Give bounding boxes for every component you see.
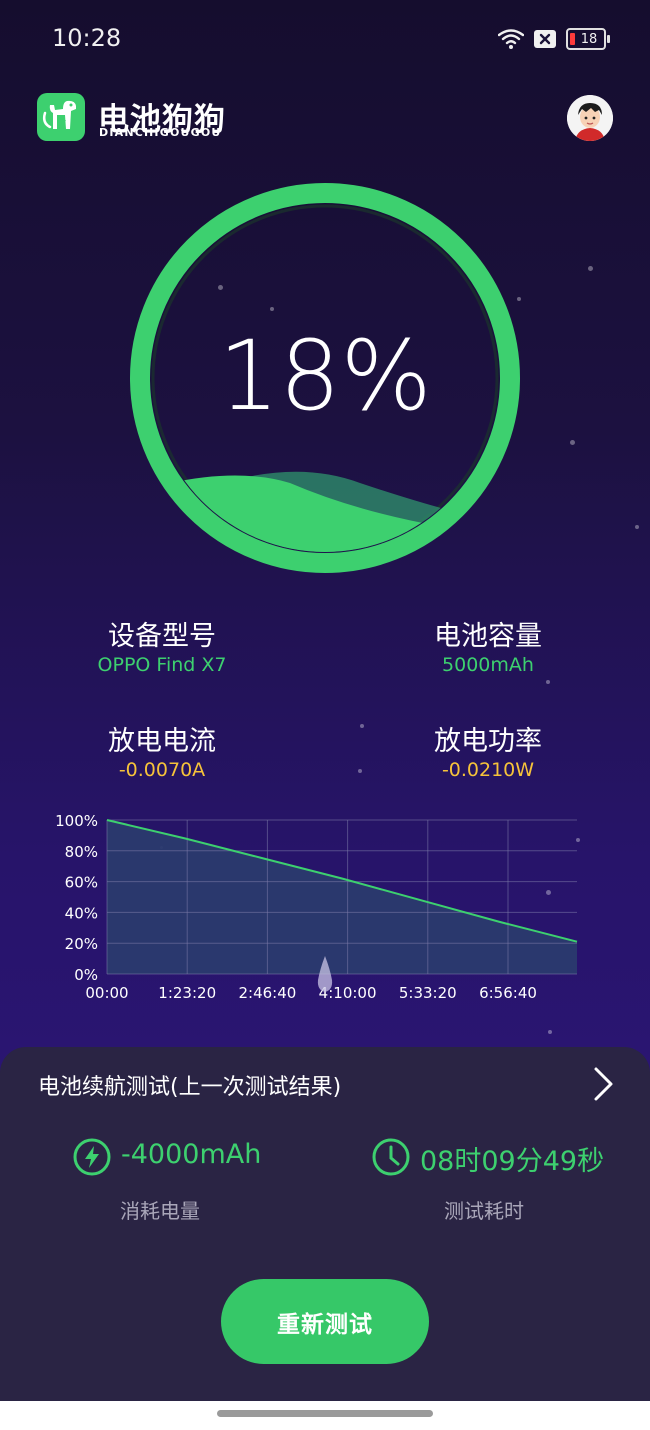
discharge-current-label: 放电电流 bbox=[108, 726, 216, 757]
chart-y-tick-label: 20% bbox=[65, 935, 98, 953]
status-time: 10:28 bbox=[52, 24, 122, 52]
battery-percent: 18% bbox=[218, 320, 432, 432]
consumed-value: -4000mAh bbox=[121, 1139, 262, 1170]
dog-battery-logo-icon bbox=[37, 93, 85, 141]
chart-y-tick-label: 60% bbox=[65, 874, 98, 892]
brand-name-en: DIANCHIGOUGOU bbox=[99, 126, 222, 139]
discharge-current-value: -0.0070A bbox=[118, 759, 206, 781]
duration-label: 测试耗时 bbox=[444, 1199, 524, 1223]
home-indicator[interactable] bbox=[217, 1410, 433, 1417]
chart-x-tick-label: 5:33:20 bbox=[399, 984, 457, 1002]
discharge-chart: 100%80%60%40%20%0%00:00 1:23:20 2:46:40 4:1… bbox=[55, 812, 578, 1002]
chart-x-tick-label: 6:56:40 bbox=[479, 984, 537, 1002]
duration-value: 08时09分49秒 bbox=[420, 1146, 605, 1177]
chart-x-tick-label: 2:46:40 bbox=[238, 984, 296, 1002]
chart-y-tick-label: 40% bbox=[65, 904, 98, 922]
chart-y-tick-label: 100% bbox=[55, 812, 98, 830]
discharge-power-value: -0.0210W bbox=[441, 759, 535, 781]
sim-off-icon bbox=[534, 30, 556, 48]
chart-y-tick-label: 80% bbox=[65, 843, 98, 861]
clock-icon bbox=[372, 1138, 410, 1176]
consumed-label: 消耗电量 bbox=[120, 1199, 200, 1223]
panel-title[interactable]: 电池续航测试(上一次测试结果) bbox=[38, 1069, 341, 1101]
chevron-right-icon[interactable] bbox=[590, 1066, 616, 1102]
chart-y-tick-label: 0% bbox=[74, 966, 98, 984]
discharge-power-label: 放电功率 bbox=[434, 726, 542, 757]
lightning-icon bbox=[73, 1138, 111, 1176]
retest-button[interactable]: 重新测试 bbox=[221, 1279, 429, 1364]
device-model-value: OPPO Find X7 bbox=[97, 654, 227, 676]
chart-area bbox=[107, 820, 577, 974]
battery-capacity-label: 电池容量 bbox=[434, 621, 542, 652]
status-icons: 18 bbox=[498, 28, 610, 50]
chart-x-tick-label: 1:23:20 bbox=[158, 984, 216, 1002]
battery-capacity-value: 5000mAh bbox=[442, 654, 534, 676]
device-model-label: 设备型号 bbox=[108, 621, 216, 652]
chart-x-tick-label: 00:00 bbox=[85, 984, 128, 1002]
battery-icon: 18 bbox=[566, 28, 606, 50]
wifi-icon bbox=[498, 29, 524, 49]
battery-level-text: 18 bbox=[580, 31, 598, 47]
user-avatar-icon[interactable] bbox=[567, 95, 613, 141]
